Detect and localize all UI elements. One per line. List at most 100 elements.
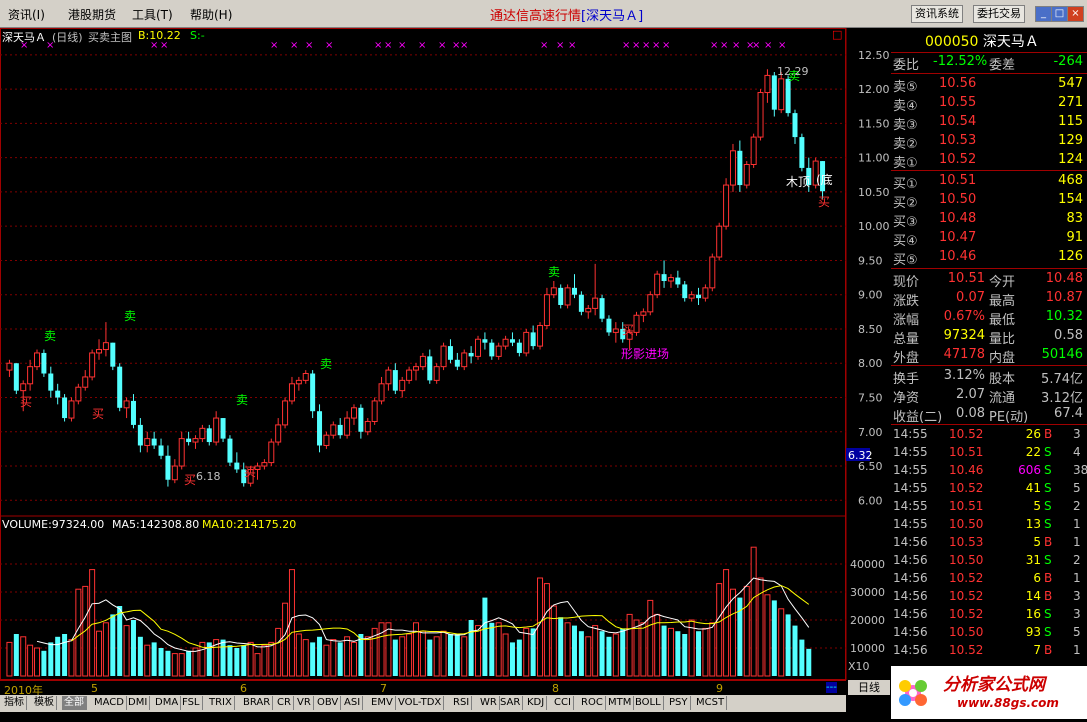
indicator-tab[interactable]: FSL (180, 696, 203, 710)
tick-price: 10.52 (949, 427, 984, 441)
current-price-tag: 6.32 (848, 449, 873, 462)
indicator-tab[interactable]: TRIX (207, 696, 235, 710)
chart-period: (日线) (52, 31, 83, 44)
period-button[interactable]: 日线 (848, 680, 890, 695)
close-button[interactable]: × (1067, 6, 1084, 22)
indicator-tab[interactable]: WR (478, 696, 500, 710)
candle-body (234, 462, 240, 470)
maximize-button[interactable]: □ (1051, 6, 1068, 22)
candle-body (592, 297, 599, 309)
volume-bar (419, 630, 426, 677)
bid-row[interactable]: 买⑤ 10.46 126 (891, 249, 1085, 268)
bid-price: 10.46 (939, 249, 977, 264)
stats-row: 外盘 47178 内盘 50146 (891, 347, 1085, 366)
menu-info[interactable]: 资讯(I) (8, 6, 45, 23)
indicator-tab[interactable]: ASI (342, 696, 364, 710)
tick-volume: 606 (1018, 463, 1041, 477)
ask-row[interactable]: 卖② 10.53 129 (891, 133, 1085, 152)
volume-bar (151, 642, 157, 676)
tick-side: B (1044, 589, 1053, 603)
indicator-tab[interactable]: MCST (694, 696, 728, 710)
volume-bar (709, 622, 716, 677)
tick-row[interactable]: 14:55 10.52 41 S 5 (891, 481, 1087, 499)
indicator-tab[interactable]: 全部 (62, 696, 87, 710)
indicator-tab[interactable]: SAR (498, 696, 524, 710)
info-system-button[interactable]: 资讯系统 (911, 5, 963, 23)
volume-bar (509, 642, 515, 676)
tick-price: 10.50 (949, 517, 984, 531)
tick-row[interactable]: 14:56 10.50 31 S 2 (891, 553, 1087, 571)
volume-bar (523, 627, 530, 677)
volume-bar (220, 639, 226, 676)
indicator-tab[interactable]: DMA (153, 696, 182, 710)
minimize-button[interactable]: _ (1035, 6, 1052, 22)
indicator-tab[interactable]: CCI (552, 696, 574, 710)
indicator-tab[interactable]: RSI (451, 696, 473, 710)
bid-row[interactable]: 买③ 10.48 83 (891, 211, 1085, 230)
indicator-tab[interactable]: CR (275, 696, 294, 710)
volume-bar (447, 634, 453, 676)
ask-row[interactable]: 卖⑤ 10.56 547 (891, 76, 1085, 95)
indicator-tab[interactable]: ROC (579, 696, 606, 710)
order-trade-button[interactable]: 委托交易 (973, 5, 1025, 23)
chart-indicator: 买卖主图 (88, 31, 132, 44)
chart-box-icon[interactable]: □ (832, 28, 842, 41)
stock-name: 深天马Ａ (982, 34, 1039, 50)
tick-row[interactable]: 14:55 10.50 13 S 1 (891, 517, 1087, 535)
candle-body (543, 294, 550, 327)
bid-row[interactable]: 买④ 10.47 91 (891, 230, 1085, 249)
tick-row[interactable]: 14:56 10.52 14 B 3 (891, 589, 1087, 607)
indicator-tab[interactable]: MTM (606, 696, 635, 710)
buy-signal: 买 (622, 323, 634, 337)
app-title: 通达信高速行情[深天马Ａ] (490, 5, 643, 24)
candle-body (371, 400, 378, 422)
bid-row[interactable]: 买② 10.50 154 (891, 192, 1085, 211)
candle-body (344, 417, 351, 436)
chart-area[interactable]: 12.50 12.00 11.50 11.00 10.50 10.00 9.50 9.00 8.… (0, 28, 890, 680)
tick-row[interactable]: 14:55 10.51 5 S 2 (891, 499, 1087, 517)
tick-row[interactable]: 14:55 10.52 26 B 3 (891, 427, 1087, 445)
menu-help[interactable]: 帮助(H) (190, 6, 232, 23)
tick-row[interactable]: 14:56 10.52 7 B 1 (891, 643, 1087, 661)
candle-body (523, 331, 530, 354)
indicator-tab[interactable]: BOLL (633, 696, 664, 710)
candle-body (268, 441, 275, 464)
indicator-tab[interactable]: VR (295, 696, 314, 710)
indicator-tab[interactable]: MACD (92, 696, 127, 710)
ask-row[interactable]: 卖③ 10.54 115 (891, 114, 1085, 133)
volume-bar (599, 631, 605, 676)
ask-row[interactable]: 卖① 10.52 124 (891, 152, 1085, 171)
stats-value2: 10.87 (1045, 290, 1083, 305)
indicator-tab[interactable]: DMI (126, 696, 151, 710)
ask-row[interactable]: 卖④ 10.55 271 (891, 95, 1085, 114)
tick-row[interactable]: 14:55 10.46 606 S 38 (891, 463, 1087, 481)
menu-hk-futures[interactable]: 港股期货 (68, 6, 116, 23)
tick-row[interactable]: 14:56 10.52 16 S 3 (891, 607, 1087, 625)
volume-bar (102, 622, 109, 677)
indicator-tab[interactable]: 模板 (32, 696, 57, 710)
candle-body (302, 373, 309, 381)
indicator-tab[interactable]: 指标 (2, 696, 27, 710)
tick-row[interactable]: 14:56 10.52 6 B 1 (891, 571, 1087, 589)
date-label: 6 (240, 682, 247, 695)
indicator-tab[interactable]: OBV (315, 696, 342, 710)
tick-row[interactable]: 14:56 10.53 5 B 1 (891, 535, 1087, 553)
top-signal-marker: × (398, 40, 406, 51)
volume-bar (20, 636, 27, 677)
tick-row[interactable]: 14:55 10.51 22 S 4 (891, 445, 1087, 463)
kline-chart[interactable]: 12.50 12.00 11.50 11.00 10.50 10.00 9.50 9.00 8.… (0, 28, 890, 680)
indicator-tab[interactable]: EMV (369, 696, 396, 710)
bid-row[interactable]: 买① 10.51 468 (891, 173, 1085, 192)
more-button[interactable]: --- (826, 682, 837, 693)
volume-bar (41, 650, 47, 676)
menu-tools[interactable]: 工具(T) (132, 6, 173, 23)
indicator-tab[interactable]: BRAR (241, 696, 274, 710)
tick-price: 10.52 (949, 607, 984, 621)
indicator-tab[interactable]: VOL-TDX (396, 696, 445, 710)
volume-bar (578, 631, 584, 676)
ask-price: 10.53 (939, 133, 977, 148)
indicator-tab[interactable]: KDJ (525, 696, 548, 710)
tick-row[interactable]: 14:56 10.50 93 S 5 (891, 625, 1087, 643)
indicator-tab[interactable]: PSY (667, 696, 691, 710)
volume-bar (330, 639, 337, 677)
